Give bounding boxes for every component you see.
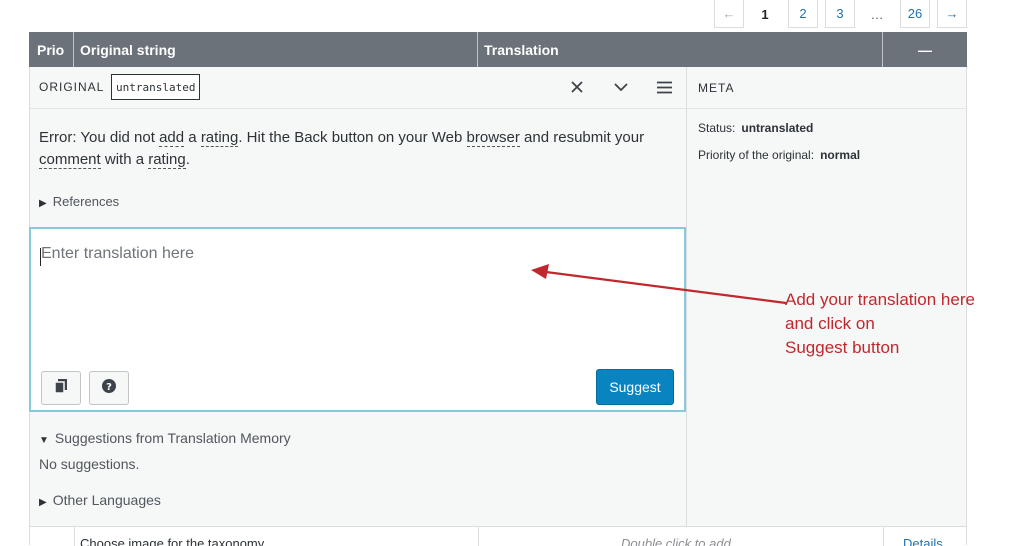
annotation-line: Add your translation here bbox=[785, 290, 975, 309]
annotation-arrow bbox=[531, 264, 787, 305]
annotation-text: Add your translation here and click on S… bbox=[785, 288, 975, 360]
annotation-line: Suggest button bbox=[785, 338, 900, 357]
annotation-line: and click on bbox=[785, 314, 875, 333]
